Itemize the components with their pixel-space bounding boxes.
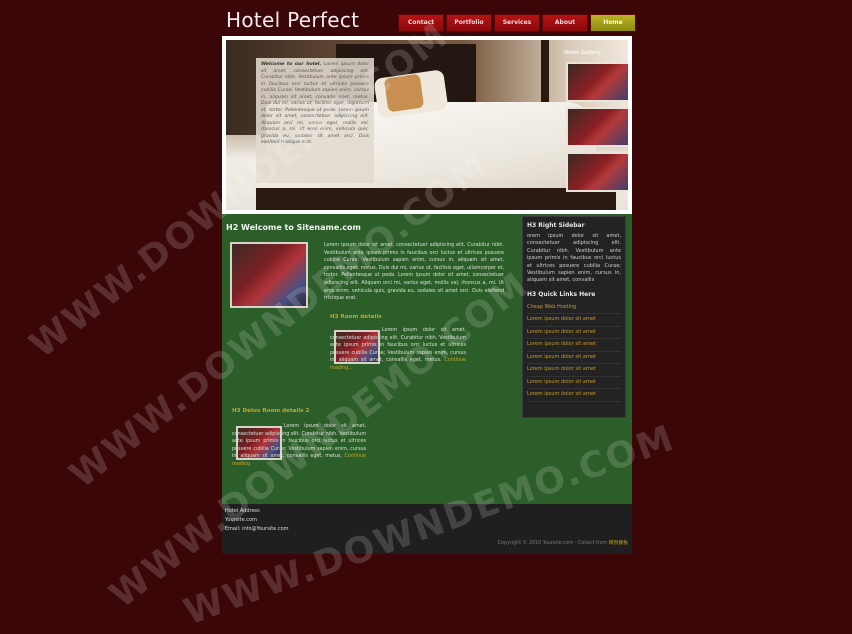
quick-link[interactable]: Lorem ipsum dolor sit amet — [527, 364, 621, 377]
deluxe-room-text: Lorem ipsum dolor sit amet, consectetuer… — [232, 423, 366, 469]
gallery-thumb-3[interactable] — [566, 152, 628, 192]
nav-about[interactable]: About — [542, 14, 588, 32]
site-logo-title[interactable]: Hotel Perfect — [226, 8, 359, 32]
copyright-brand-link[interactable]: 网页模板 — [609, 541, 628, 546]
right-sidebar: H3 Right Sidebar orem ipsum dolor sit am… — [520, 214, 632, 504]
sidebar-text: orem ipsum dolor sit amet, consectetuer … — [527, 233, 621, 284]
nav-services[interactable]: Services — [494, 14, 540, 32]
hero-pillow-accent — [383, 73, 425, 113]
gallery-title: Hotel Gallery — [564, 50, 601, 56]
quick-links-heading: H3 Quick Links Here — [527, 290, 596, 298]
intro-room-image — [230, 242, 308, 308]
welcome-box: Welcome to our hotel. Lorem ipsum dolor … — [256, 58, 374, 183]
quick-link[interactable]: Lorem ipsum dolor sit amet — [527, 377, 621, 390]
room-details-heading: H3 Room details — [330, 314, 382, 320]
room-details-text: Lorem ipsum dolor sit amet, consectetuer… — [330, 327, 466, 373]
nav-home[interactable]: Home — [590, 14, 636, 32]
nav-portfolio[interactable]: Portfolio — [446, 14, 492, 32]
quick-link[interactable]: Lorem ipsum dolor sit amet — [527, 327, 621, 340]
main-navigation: Contact Portfolio Services About Home — [398, 14, 636, 32]
quick-link[interactable]: Cheap Web Hosting — [527, 302, 621, 315]
footer-copyright: Copyright © 2010 Yoursite.com - Collect … — [498, 539, 628, 546]
footer-address-label: Hotel Address — [225, 508, 260, 514]
welcome-bold: Welcome to our hotel. — [261, 62, 322, 67]
site-container: Hotel Perfect Contact Portfolio Services… — [222, 0, 636, 559]
quick-link[interactable]: Lorem ipsum dolor sit amet — [527, 389, 621, 402]
quick-link[interactable]: Lorem ipsum dolor sit amet — [527, 314, 621, 327]
copyright-text: Copyright © 2010 Yoursite.com - Collect … — [497, 541, 608, 546]
gallery-thumb-1[interactable] — [566, 62, 628, 102]
footer-site: Yoursite.com — [225, 517, 257, 523]
footer-email[interactable]: Email: info@Yoursite.com — [225, 526, 289, 532]
main-heading: H2 Welcome to Sitename.com — [226, 223, 361, 232]
site-footer: Hotel Address Yoursite.com Email: info@Y… — [222, 504, 632, 554]
hero-bed-base — [256, 188, 616, 210]
main-content: H2 Welcome to Sitename.com Lorem ipsum d… — [222, 214, 520, 504]
nav-contact[interactable]: Contact — [398, 14, 444, 32]
quick-link[interactable]: Lorem ipsum dolor sit amet — [527, 339, 621, 352]
quick-links-list: Cheap Web Hosting Lorem ipsum dolor sit … — [527, 302, 621, 402]
intro-text: Lorem ipsum dolor sit amet, consectetuer… — [324, 243, 504, 302]
sidebar-heading: H3 Right Sidebar — [527, 222, 585, 229]
welcome-text: Lorem ipsum dolor sit amet, consectetuer… — [261, 62, 369, 145]
gallery-thumb-2[interactable] — [566, 107, 628, 147]
sidebar-panel: H3 Right Sidebar orem ipsum dolor sit am… — [522, 216, 626, 418]
hero-banner: Welcome to our hotel. Lorem ipsum dolor … — [222, 36, 632, 214]
quick-link[interactable]: Lorem ipsum dolor sit amet — [527, 352, 621, 365]
hero-bedroom-image: Welcome to our hotel. Lorem ipsum dolor … — [226, 40, 628, 210]
deluxe-room-heading: H3 Delux Room details 2 — [232, 408, 310, 414]
